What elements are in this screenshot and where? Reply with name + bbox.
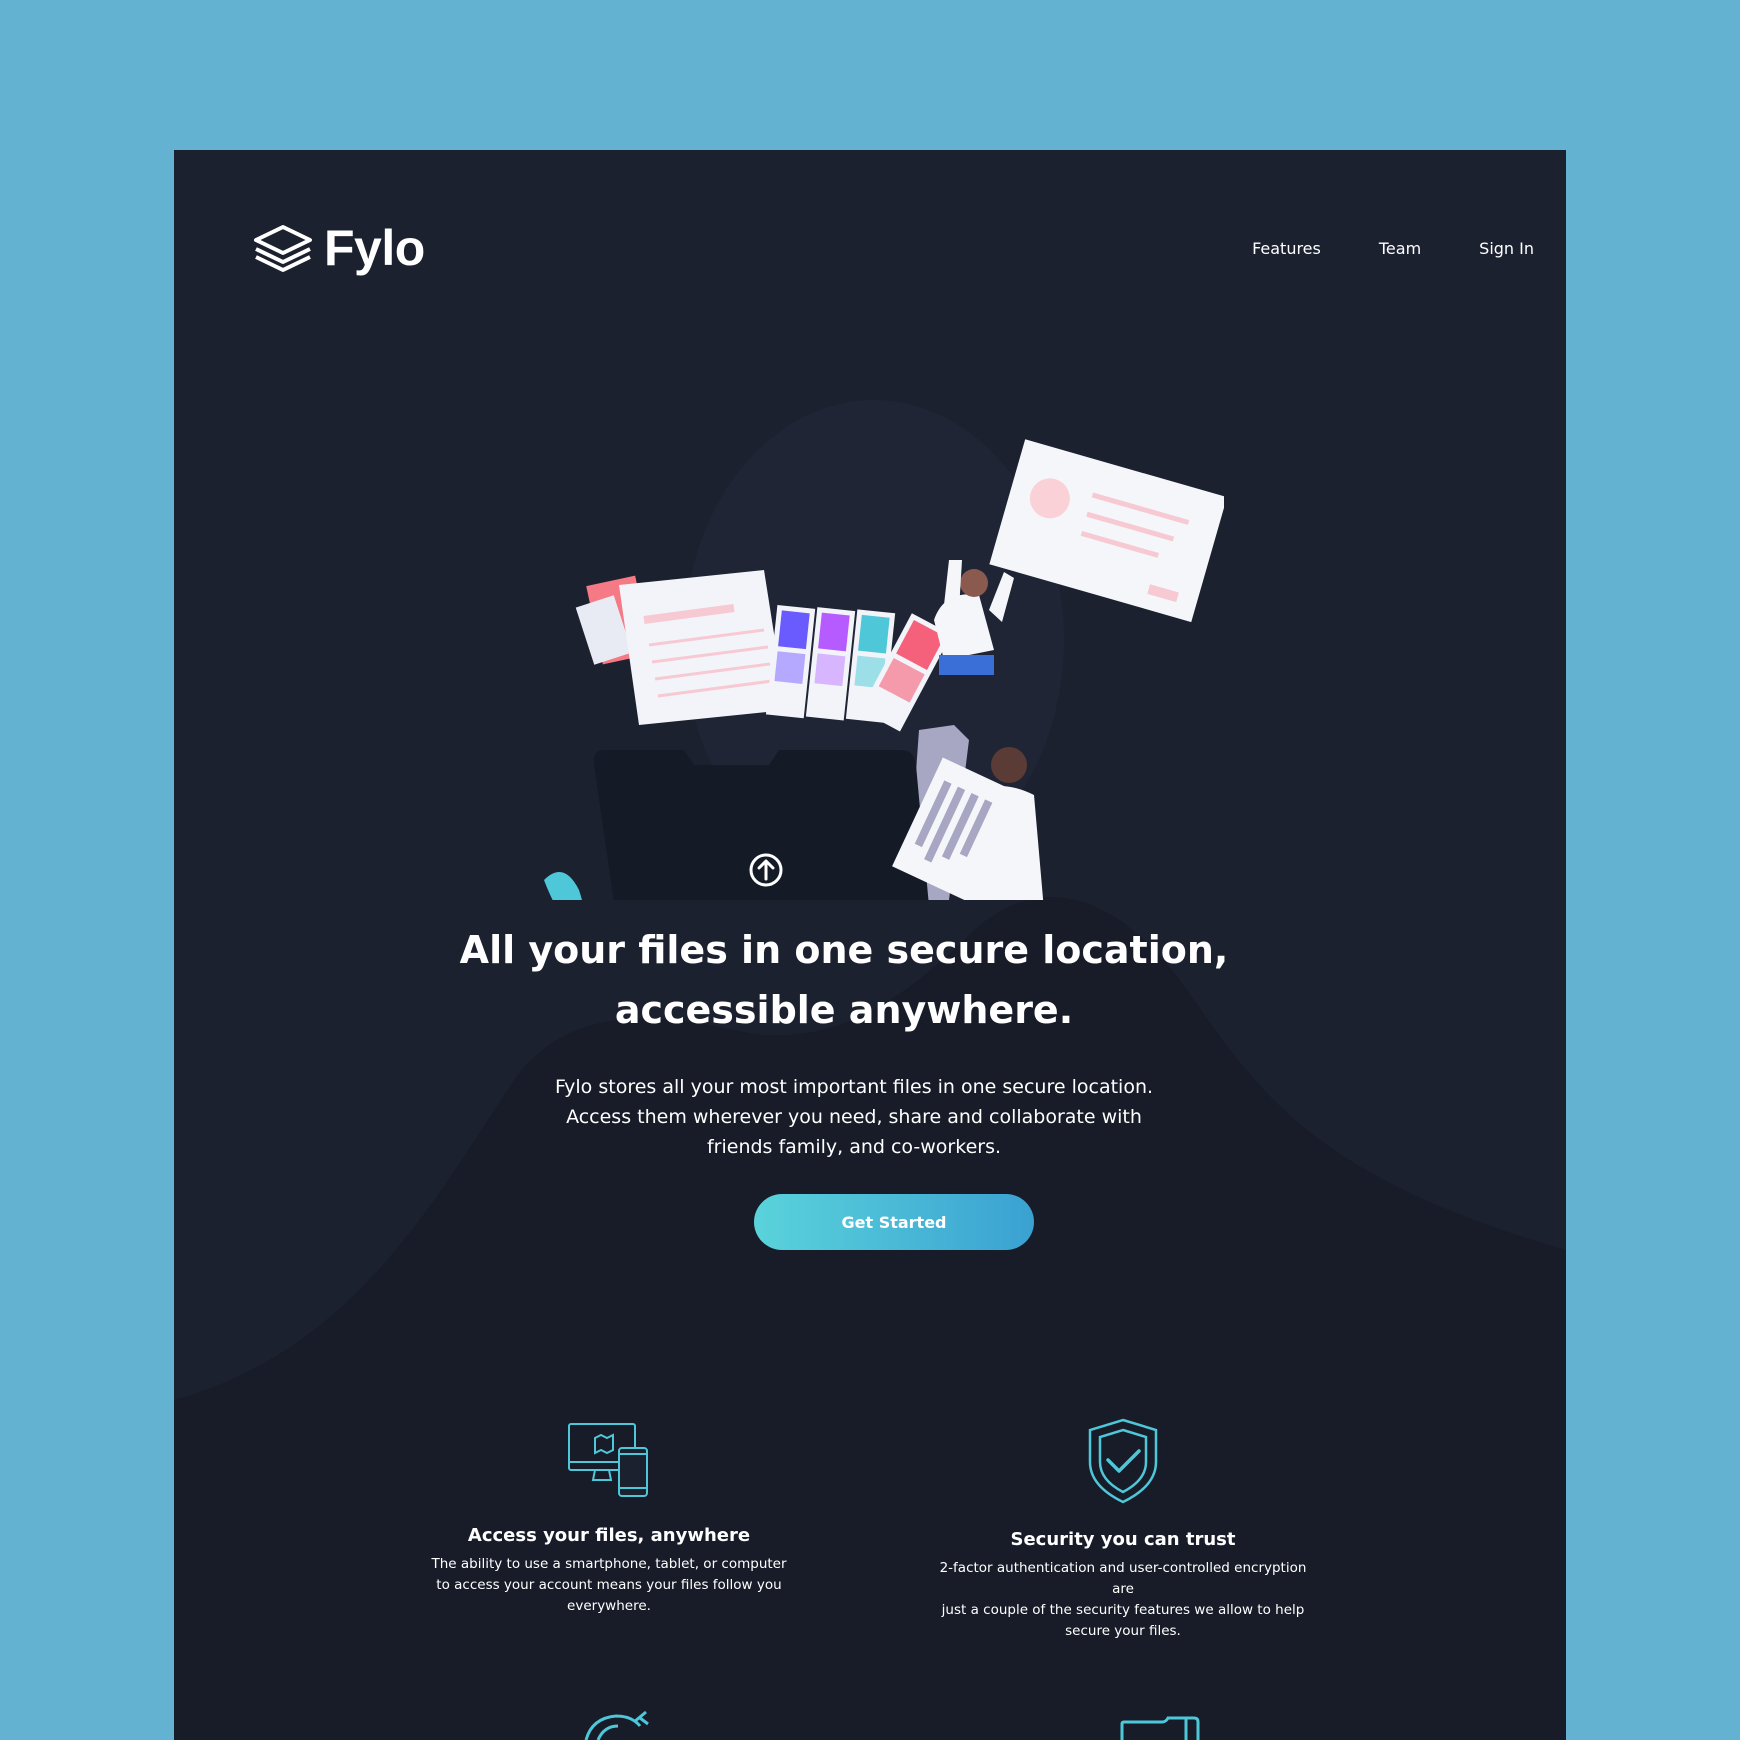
layers-logo-icon <box>254 225 312 272</box>
hero-subtext-line1: Fylo stores all your most important file… <box>554 1076 1154 1098</box>
feature-access-desc-line2: to access your account means your files … <box>436 1577 782 1593</box>
nav-links: Features Team Sign In <box>1252 239 1534 258</box>
feature-access-title: Access your files, anywhere <box>467 1525 751 1546</box>
hero-headline-line1: All your files in one secure location, <box>459 928 1229 972</box>
feature-security-desc-line2: just a couple of the security features w… <box>941 1602 1305 1618</box>
logo[interactable]: Fylo <box>252 219 425 277</box>
nav-link-features[interactable]: Features <box>1252 239 1321 258</box>
devices-icon <box>568 1423 648 1497</box>
get-started-button[interactable]: Get Started <box>754 1194 1034 1250</box>
shield-check-icon <box>1088 1418 1158 1504</box>
nav-link-sign-in[interactable]: Sign In <box>1479 239 1534 258</box>
hero-illustration <box>544 400 1224 900</box>
hero-subtext-line3: friends family, and co-workers. <box>706 1136 1002 1158</box>
landing-page: Fylo Features Team Sign In All your file… <box>174 150 1566 1740</box>
feature-security-desc-line1: 2-factor authentication and user-control… <box>939 1560 1307 1597</box>
folder-icon <box>1120 1716 1200 1740</box>
hero-subtext: Fylo stores all your most important file… <box>554 1072 1154 1162</box>
brand-name: Fylo <box>324 220 425 276</box>
nav-link-team[interactable]: Team <box>1379 239 1421 258</box>
feature-security: Security you can trust 2-factor authenti… <box>928 1418 1318 1642</box>
feature-access: Access your files, anywhere The ability … <box>414 1420 804 1617</box>
hero-subtext-line2: Access them wherever you need, share and… <box>566 1106 1142 1128</box>
feature-access-desc-line1: The ability to use a smartphone, tablet,… <box>431 1556 787 1572</box>
feature-security-desc: 2-factor authentication and user-control… <box>928 1558 1318 1642</box>
feature-access-desc: The ability to use a smartphone, tablet,… <box>414 1554 804 1617</box>
feature-security-title: Security you can trust <box>1010 1529 1236 1550</box>
feature-security-desc-line3: secure your files. <box>1065 1623 1181 1639</box>
feature-access-desc-line3: everywhere. <box>567 1598 651 1614</box>
hero-headline-line2: accessible anywhere. <box>614 988 1074 1032</box>
hero-headline: All your files in one secure location, a… <box>454 920 1234 1040</box>
top-nav: Fylo Features Team Sign In <box>252 218 1534 278</box>
collaboration-icon <box>584 1710 649 1740</box>
